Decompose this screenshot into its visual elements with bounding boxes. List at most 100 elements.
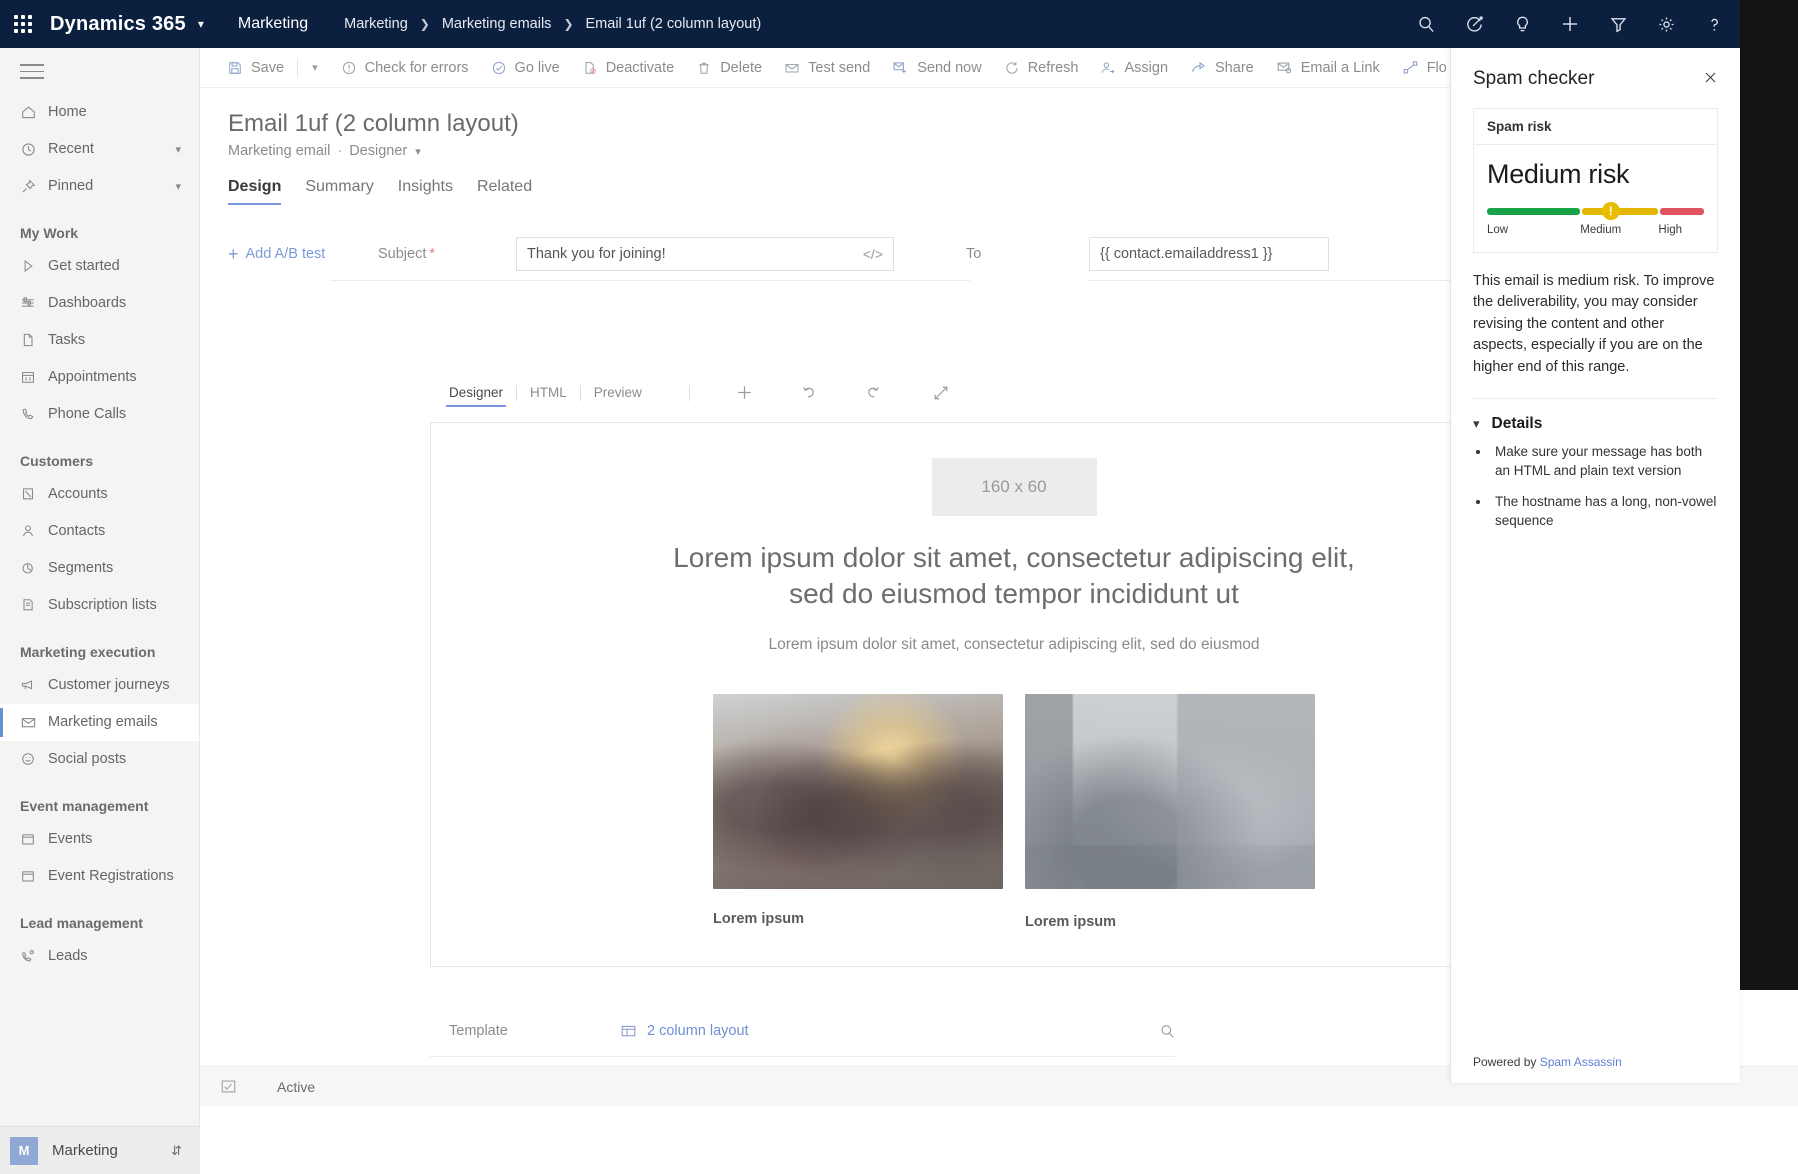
test-send-button[interactable]: Test send — [773, 48, 881, 87]
assign-label: Assign — [1124, 59, 1169, 76]
column-caption[interactable]: Lorem ipsum — [713, 911, 1003, 927]
tab-design[interactable]: Design — [228, 178, 282, 205]
lightbulb-icon[interactable] — [1500, 0, 1544, 48]
breadcrumb-separator: ❯ — [563, 17, 574, 31]
search-icon[interactable] — [1404, 0, 1448, 48]
filter-icon[interactable] — [1596, 0, 1640, 48]
view-selector[interactable]: Designer — [349, 143, 407, 159]
sidebar-group-customers: Customers — [20, 452, 94, 469]
sidebar-item-recent[interactable]: Recent ▾ — [0, 131, 199, 168]
subject-input[interactable]: Thank you for joining! </> — [516, 237, 894, 271]
sidebar-item-tasks[interactable]: Tasks — [0, 322, 199, 359]
code-editor-icon[interactable]: </> — [863, 246, 883, 262]
living-room-relaxing-photo[interactable] — [1025, 693, 1315, 889]
play-icon — [20, 258, 42, 274]
save-button[interactable]: Save — [216, 48, 295, 87]
sidebar-item-label: Recent — [48, 141, 94, 158]
chevron-down-icon[interactable]: ▾ — [198, 17, 204, 31]
column-caption[interactable]: Lorem ipsum — [1025, 914, 1315, 930]
target-arrow-icon[interactable] — [1452, 0, 1496, 48]
save-options-chevron-icon[interactable]: ▾ — [300, 48, 330, 87]
help-icon[interactable] — [1692, 0, 1736, 48]
meter-segment-high — [1660, 207, 1704, 215]
sidebar-item-events[interactable]: Events — [0, 821, 199, 858]
sidebar-item-event-registrations[interactable]: Event Registrations — [0, 858, 199, 895]
plus-icon[interactable] — [722, 383, 768, 402]
template-lookup-field[interactable]: 2 column layout — [620, 1023, 1190, 1040]
updown-chevron-icon[interactable]: ⇵ — [171, 1143, 182, 1159]
chevron-down-icon[interactable]: ▾ — [175, 180, 181, 193]
brand-title: Dynamics 365 — [50, 12, 186, 35]
sidebar-item-subscription-lists[interactable]: Subscription lists — [0, 587, 199, 624]
redo-icon[interactable] — [850, 384, 896, 402]
plus-icon[interactable] — [1548, 0, 1592, 48]
sidebar-item-phone-calls[interactable]: Phone Calls — [0, 396, 199, 433]
sidebar-item-label: Event Registrations — [48, 868, 174, 885]
close-icon[interactable] — [1699, 68, 1722, 90]
tab-insights[interactable]: Insights — [398, 178, 453, 205]
expand-icon[interactable] — [918, 384, 964, 402]
designer-tab-html[interactable]: HTML — [517, 385, 580, 400]
email-paragraph[interactable]: Lorem ipsum dolor sit amet, consectetur … — [664, 636, 1364, 654]
sidebar-item-pinned[interactable]: Pinned ▾ — [0, 168, 199, 205]
send-now-button[interactable]: Send now — [881, 48, 993, 87]
chevron-down-icon[interactable]: ▾ — [175, 143, 181, 156]
logo-placeholder[interactable]: 160 x 60 — [931, 458, 1097, 516]
lookup-search-icon[interactable] — [1159, 1023, 1176, 1040]
screenshot-edge-mask — [1740, 0, 1798, 990]
share-button[interactable]: Share — [1179, 48, 1265, 87]
people-celebrating-photo[interactable] — [713, 693, 1003, 889]
sidebar-item-appointments[interactable]: Appointments — [0, 359, 199, 396]
sidebar-item-get-started[interactable]: Get started — [0, 248, 199, 285]
sidebar-toggle-button[interactable] — [0, 48, 199, 94]
gear-icon[interactable] — [1644, 0, 1688, 48]
spam-assassin-link[interactable]: Spam Assassin — [1540, 1055, 1622, 1069]
tab-summary[interactable]: Summary — [305, 178, 373, 205]
tab-related[interactable]: Related — [477, 178, 532, 205]
envelope-icon — [20, 714, 42, 731]
go-live-button[interactable]: Go live — [480, 48, 571, 87]
undo-icon[interactable] — [786, 384, 832, 402]
spam-risk-level: Medium risk — [1487, 159, 1630, 189]
template-value-link[interactable]: 2 column layout — [647, 1023, 749, 1039]
sidebar-item-dashboards[interactable]: Dashboards — [0, 285, 199, 322]
refresh-button[interactable]: Refresh — [993, 48, 1090, 87]
breadcrumb-item-0[interactable]: Marketing — [344, 16, 408, 32]
column-right[interactable]: Lorem ipsum — [1025, 693, 1315, 930]
flow-button[interactable]: Flo — [1391, 48, 1458, 87]
breadcrumb-item-2[interactable]: Email 1uf (2 column layout) — [586, 16, 762, 32]
chevron-down-icon[interactable]: ▾ — [415, 145, 421, 158]
spam-powered-by: Powered by Spam Assassin — [1451, 1055, 1741, 1083]
sidebar-item-accounts[interactable]: Accounts — [0, 476, 199, 513]
refresh-icon — [1004, 60, 1020, 76]
breadcrumb-separator: ❯ — [419, 17, 430, 31]
sidebar-item-contacts[interactable]: Contacts — [0, 513, 199, 550]
email-a-link-button[interactable]: Email a Link — [1265, 48, 1391, 87]
sidebar-item-leads[interactable]: Leads — [0, 938, 199, 975]
area-switcher[interactable]: M Marketing ⇵ — [0, 1126, 200, 1174]
email-heading[interactable]: Lorem ipsum dolor sit amet, consectetur … — [664, 540, 1364, 612]
add-ab-test-button[interactable]: + Add A/B test — [228, 245, 346, 263]
to-input[interactable]: {{ contact.emailaddress1 }} — [1089, 237, 1329, 271]
sidebar-item-social-posts[interactable]: Social posts — [0, 741, 199, 778]
column-left[interactable]: Lorem ipsum — [713, 693, 1003, 930]
email-link-icon — [1276, 59, 1293, 76]
delete-button[interactable]: Delete — [685, 48, 773, 87]
designer-tab-designer[interactable]: Designer — [436, 385, 516, 407]
assign-button[interactable]: Assign — [1089, 48, 1179, 87]
breadcrumb-item-1[interactable]: Marketing emails — [442, 16, 552, 32]
form-status-text: Active — [277, 1078, 316, 1095]
check-for-errors-button[interactable]: Check for errors — [330, 48, 480, 87]
sidebar-item-marketing-emails[interactable]: Marketing emails — [0, 703, 199, 741]
sidebar-item-customer-journeys[interactable]: Customer journeys — [0, 667, 199, 704]
email-design-canvas[interactable]: 160 x 60 Lorem ipsum dolor sit amet, con… — [430, 422, 1598, 967]
sidebar-item-label: Marketing emails — [48, 714, 158, 731]
sidebar-item-label: Events — [48, 831, 93, 848]
spam-details-toggle[interactable]: ▾ Details — [1451, 399, 1740, 433]
sidebar-item-home[interactable]: Home — [0, 94, 199, 131]
app-launcher-button[interactable] — [0, 15, 46, 33]
envelope-icon — [784, 60, 800, 76]
deactivate-button[interactable]: Deactivate — [571, 48, 686, 87]
designer-tab-preview[interactable]: Preview — [581, 385, 655, 400]
sidebar-item-segments[interactable]: Segments — [0, 550, 199, 587]
